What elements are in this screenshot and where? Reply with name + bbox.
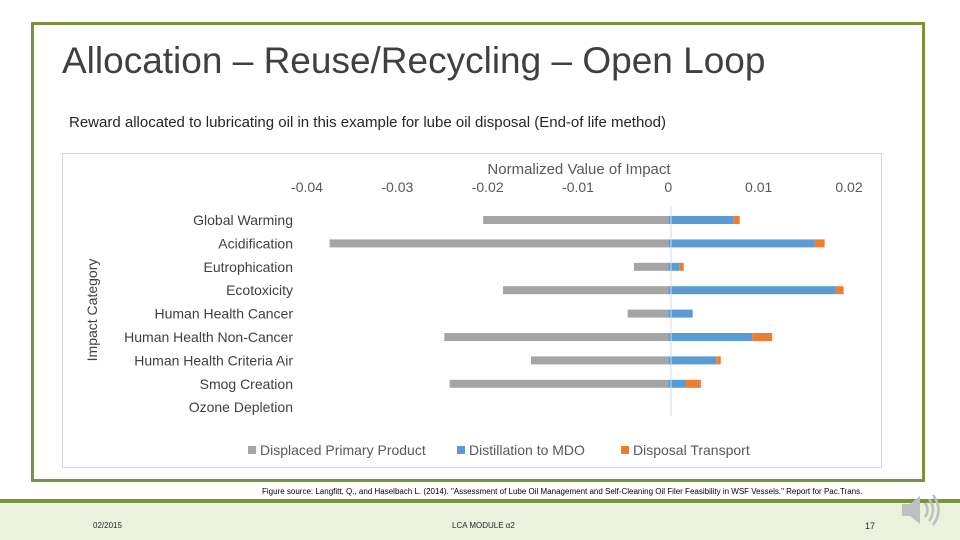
slide-title: Allocation – Reuse/Recycling – Open Loop <box>62 40 766 81</box>
x-tick-label: 0 <box>664 179 672 195</box>
legend-label: Displaced Primary Product <box>260 442 426 458</box>
category-label: Human Health Non-Cancer <box>124 329 293 345</box>
footer-date: 02/2015 <box>93 521 122 530</box>
bar-segment <box>449 379 669 388</box>
figure-source: Figure source: Langfitt, Q., and Haselba… <box>262 487 863 496</box>
bar-segment <box>531 356 669 365</box>
category-label: Global Warming <box>193 212 293 228</box>
speaker-icon[interactable] <box>898 490 946 530</box>
legend-swatch <box>621 446 629 454</box>
bar-segment <box>733 216 740 224</box>
bar-segment <box>752 333 773 341</box>
x-tick-label: -0.03 <box>381 179 413 195</box>
bar-segment <box>483 216 669 224</box>
bar-segment <box>503 286 669 295</box>
x-tick-label: 0.02 <box>835 179 862 195</box>
bar-segment <box>685 379 701 388</box>
chart-container: Normalized Value of Impact Impact Catego… <box>62 153 882 468</box>
footer-module: LCA MODULE α2 <box>452 521 515 530</box>
category-label: Human Health Criteria Air <box>134 352 293 368</box>
bar-segment <box>668 309 693 318</box>
category-label: Ecotoxicity <box>226 282 293 298</box>
category-label: Ozone Depletion <box>189 399 293 415</box>
x-tick-label: -0.02 <box>472 179 504 195</box>
category-label: Acidification <box>218 235 293 251</box>
page-number: 17 <box>865 521 876 531</box>
bar-segment <box>668 356 717 365</box>
bar-segment <box>668 333 753 341</box>
bar-segment <box>634 262 669 271</box>
impact-chart: Normalized Value of Impact Impact Catego… <box>84 161 863 458</box>
x-tick-label: -0.01 <box>562 179 594 195</box>
bar-segment <box>716 356 721 365</box>
slide-subtitle: Reward allocated to lubricating oil in t… <box>69 114 666 131</box>
bar-segment <box>668 216 734 224</box>
category-label: Human Health Cancer <box>154 306 293 322</box>
bar-segment <box>668 286 836 295</box>
category-label: Eutrophication <box>203 259 293 275</box>
legend-label: Disposal Transport <box>633 442 750 458</box>
bar-segment <box>627 309 669 318</box>
bar-segment <box>668 239 815 248</box>
category-label: Smog Creation <box>200 376 293 392</box>
bar-segment <box>668 262 680 271</box>
x-tick-label: -0.04 <box>291 179 323 195</box>
legend-swatch <box>457 446 465 454</box>
bar-segment <box>329 239 669 248</box>
bar-segment <box>814 239 825 248</box>
x-tick-label: 0.01 <box>745 179 772 195</box>
y-axis-label: Impact Category <box>84 259 100 362</box>
bar-segment <box>444 333 669 341</box>
legend-swatch <box>248 446 256 454</box>
chart-title: Normalized Value of Impact <box>487 161 671 178</box>
bar-segment <box>679 262 684 271</box>
legend-label: Distillation to MDO <box>469 442 585 458</box>
bar-segment <box>835 286 844 295</box>
